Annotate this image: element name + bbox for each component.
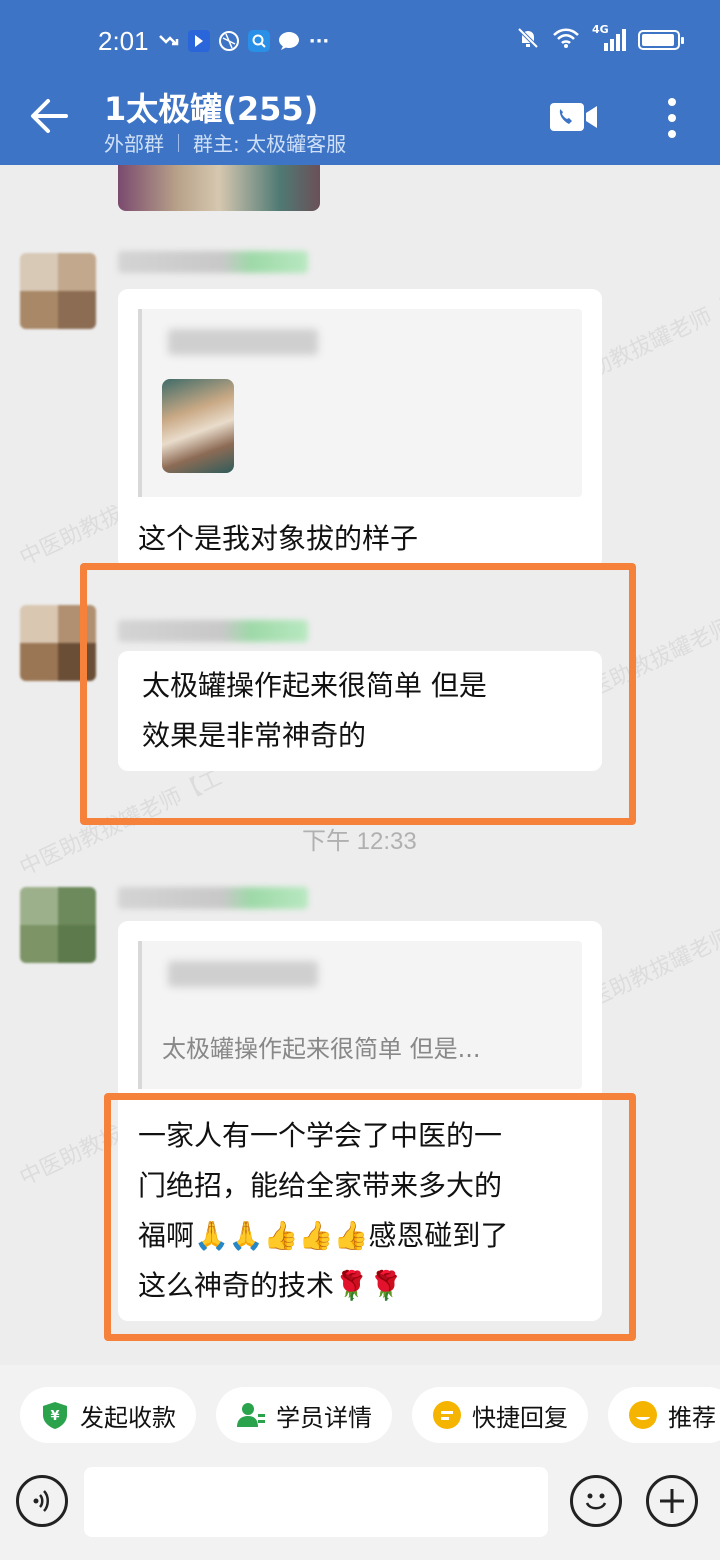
more-notifications-icon: ··· [308, 30, 330, 52]
chip-label: 快捷回复 [472, 1403, 568, 1432]
chat-header: 2:01 ··· 4G 1太极罐(255) 外部群 群主: 太极罐客服 [0, 0, 720, 165]
start-payment-button[interactable]: ¥ 发起收款 [20, 1387, 196, 1443]
chat-area[interactable]: 中医助教拔罐老师【工 中医助教拔罐老师【工 中医助教拔罐老师【工 中医助教拔罐老… [0, 165, 720, 1365]
message-text: 这个是我对象拔的样子 [138, 522, 419, 555]
quoted-message[interactable]: 太极罐操作起来很简单 但是... [138, 941, 582, 1089]
status-bar: 2:01 ··· 4G [0, 22, 720, 62]
voice-icon [33, 1490, 49, 1512]
quoted-sender [168, 961, 318, 987]
smiley-icon [585, 1493, 607, 1510]
input-bar [0, 1465, 720, 1560]
image-message[interactable] [118, 165, 320, 211]
video-call-button[interactable] [550, 103, 598, 131]
quick-reply-icon [432, 1400, 462, 1430]
payment-shield-icon: ¥ [40, 1400, 70, 1430]
message-icon [278, 30, 300, 52]
app-notification-icon [188, 30, 210, 52]
svg-text:¥: ¥ [50, 1409, 59, 1424]
dot-icon [668, 114, 676, 122]
timestamp: 下午 12:33 [302, 828, 417, 855]
quote-bar [138, 941, 142, 1089]
voice-input-button[interactable] [16, 1475, 68, 1527]
browser-icon [218, 30, 240, 52]
avatar[interactable] [20, 253, 96, 329]
plus-icon [660, 1489, 684, 1513]
signal-icon: 4G [592, 23, 626, 53]
dot-icon [668, 98, 676, 106]
chip-label: 发起收款 [80, 1403, 176, 1432]
quick-reply-button[interactable]: 快捷回复 [412, 1387, 588, 1443]
arrow-left-icon [31, 99, 68, 133]
message-bubble[interactable]: 这个是我对象拔的样子 [118, 289, 602, 569]
quote-bar [138, 309, 142, 497]
group-owner: 群主: 太极罐客服 [193, 132, 347, 156]
chip-label: 学员详情 [276, 1403, 372, 1432]
quoted-image[interactable] [162, 379, 234, 473]
wifi-icon [552, 27, 580, 53]
missed-call-icon [158, 30, 180, 52]
sender-name [118, 887, 308, 909]
subtitle-divider [178, 133, 179, 152]
add-attachment-button[interactable] [646, 1475, 698, 1527]
chip-label: 推荐 [668, 1403, 716, 1432]
student-details-button[interactable]: 学员详情 [216, 1387, 392, 1443]
dot-icon [668, 130, 676, 138]
search-app-icon [248, 30, 270, 52]
chat-title: 1太极罐(255) [104, 90, 319, 128]
quoted-message[interactable] [138, 309, 582, 497]
recommend-button[interactable]: 推荐 [608, 1387, 720, 1443]
group-type-tag: 外部群 [104, 132, 164, 156]
avatar[interactable] [20, 887, 96, 963]
video-phone-icon [550, 103, 597, 131]
sender-name [118, 251, 308, 273]
highlight-box [104, 1093, 636, 1341]
message-input[interactable] [84, 1467, 548, 1537]
user-icon [236, 1400, 266, 1430]
emoji-button[interactable] [570, 1475, 622, 1527]
mute-icon [516, 26, 540, 54]
more-options-button[interactable] [660, 98, 684, 138]
back-button[interactable] [28, 96, 70, 136]
highlight-box [80, 563, 636, 825]
quick-actions-bar: ¥ 发起收款 学员详情 快捷回复 推荐 [0, 1365, 720, 1465]
quoted-sender [168, 329, 318, 355]
recommend-icon [628, 1400, 658, 1430]
status-time: 2:01 [98, 26, 149, 56]
quoted-text: 太极罐操作起来很简单 但是... [162, 1035, 481, 1063]
chat-subtitle: 外部群 群主: 太极罐客服 [104, 128, 346, 157]
battery-icon [638, 30, 684, 50]
